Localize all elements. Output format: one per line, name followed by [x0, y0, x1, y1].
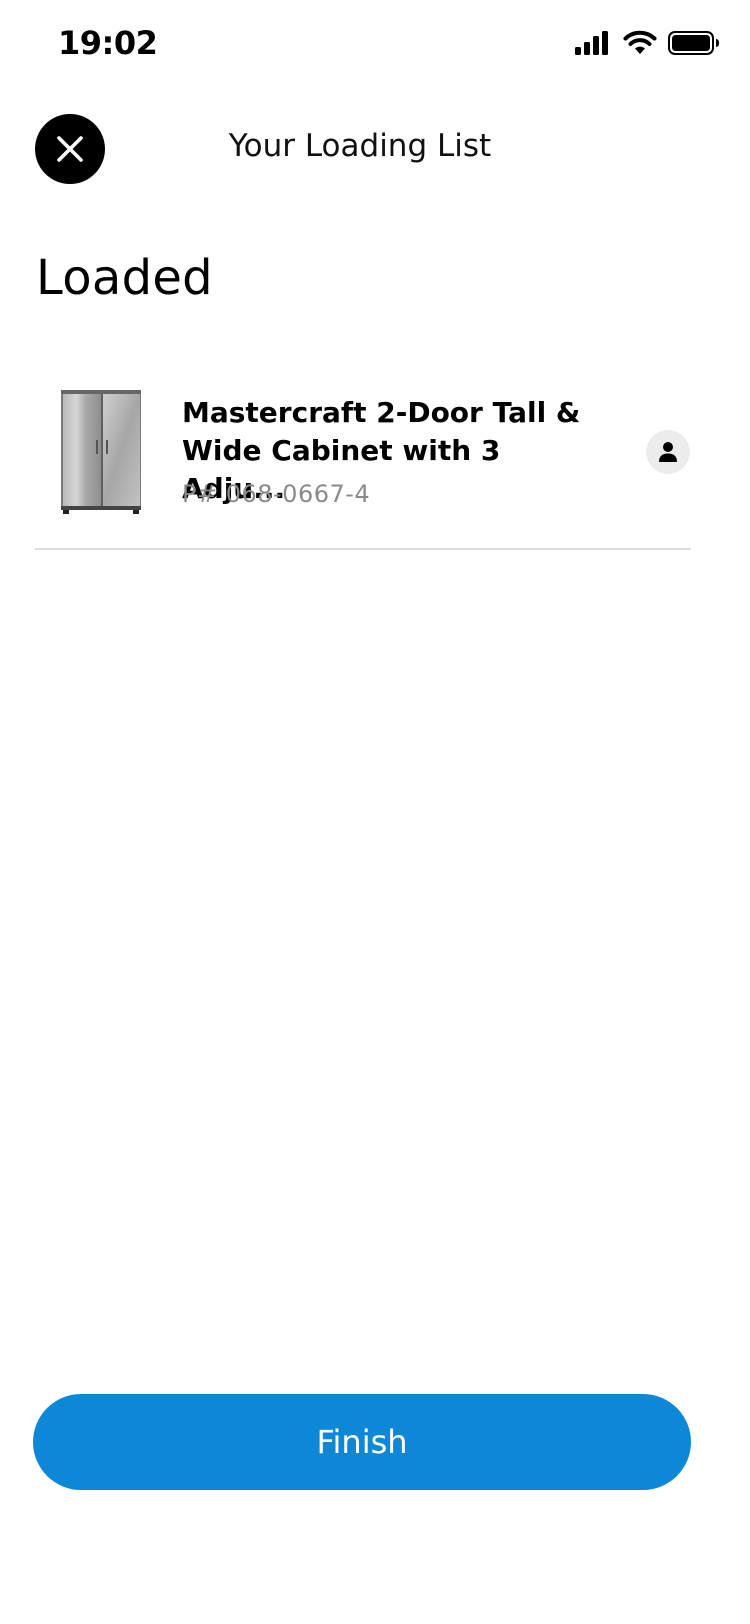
product-number: P# 068-0667-4	[182, 480, 371, 508]
battery-icon	[668, 31, 719, 55]
cabinet-image	[61, 390, 141, 514]
wifi-icon	[623, 30, 657, 54]
person-icon	[659, 442, 677, 462]
status-icons	[574, 30, 720, 56]
page-title: Your Loading List	[228, 128, 492, 164]
finish-button[interactable]: Finish	[33, 1394, 691, 1490]
status-time: 19:02	[58, 24, 158, 62]
status-bar: 19:02	[0, 0, 750, 96]
loader-avatar	[646, 430, 690, 474]
list-item[interactable]: Mastercraft 2-Door Tall & Wide Cabinet w…	[35, 372, 691, 550]
signal-icon	[575, 31, 608, 55]
section-heading-loaded: Loaded	[36, 250, 213, 306]
